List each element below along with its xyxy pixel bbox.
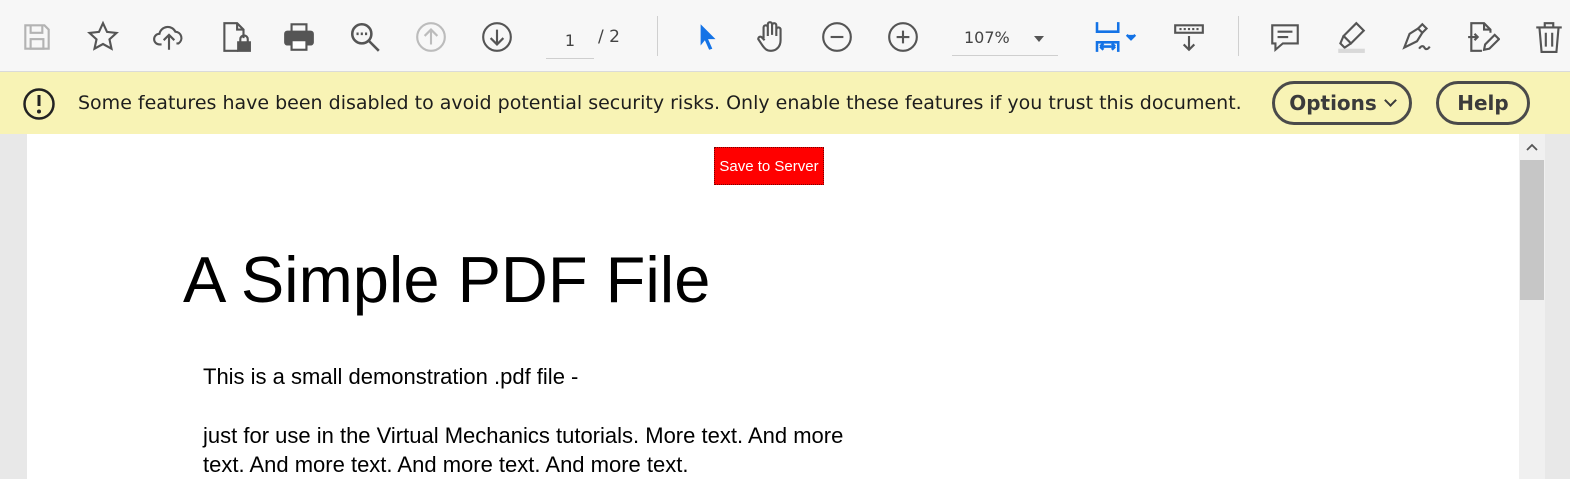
bookmark-star-icon[interactable] <box>84 18 122 56</box>
page-number-input[interactable] <box>546 22 594 59</box>
right-gutter <box>1545 134 1570 479</box>
fit-width-icon[interactable] <box>1086 18 1142 56</box>
save-icon[interactable] <box>18 18 56 56</box>
select-cursor-icon[interactable] <box>688 18 726 56</box>
sign-icon[interactable] <box>1398 18 1436 56</box>
upload-cloud-icon[interactable] <box>150 18 188 56</box>
save-to-server-button[interactable]: Save to Server <box>714 147 824 185</box>
print-icon[interactable] <box>280 18 318 56</box>
paragraph-2: just for use in the Virtual Mechanics tu… <box>203 421 843 479</box>
zoom-in-icon[interactable] <box>884 18 922 56</box>
zoom-dropdown[interactable]: 107% <box>952 22 1058 56</box>
paragraph-2-line-1: just for use in the Virtual Mechanics tu… <box>203 423 844 448</box>
paragraph-2-line-2: text. And more text. And more text. And … <box>203 452 689 477</box>
pdf-page: Save to Server A Simple PDF File This is… <box>27 134 1519 479</box>
vertical-scrollbar[interactable] <box>1519 134 1545 479</box>
zoom-value: 107% <box>964 28 1010 47</box>
document-title: A Simple PDF File <box>183 243 711 316</box>
security-warning-banner: Some features have been disabled to avoi… <box>0 72 1570 134</box>
protect-file-icon[interactable] <box>216 18 254 56</box>
options-button-label: Options <box>1289 91 1377 115</box>
hand-tool-icon[interactable] <box>752 18 790 56</box>
previous-page-icon[interactable] <box>412 18 450 56</box>
help-button-label: Help <box>1457 91 1509 115</box>
delete-icon[interactable] <box>1530 18 1568 56</box>
find-zoom-icon[interactable] <box>346 18 384 56</box>
banner-message: Some features have been disabled to avoi… <box>78 92 1242 114</box>
page-total: / 2 <box>598 27 620 47</box>
next-page-icon[interactable] <box>478 18 516 56</box>
scroll-up-icon[interactable] <box>1524 140 1540 154</box>
highlight-icon[interactable] <box>1332 18 1370 56</box>
comment-icon[interactable] <box>1266 18 1304 56</box>
fill-edit-icon[interactable] <box>1464 18 1502 56</box>
chevron-down-icon <box>1034 36 1044 42</box>
paragraph-1: This is a small demonstration .pdf file … <box>203 364 579 389</box>
help-button[interactable]: Help <box>1436 81 1530 125</box>
toolbar-separator <box>657 16 658 56</box>
chevron-down-icon <box>1383 93 1397 107</box>
toolbar-separator <box>1238 16 1239 56</box>
zoom-out-icon[interactable] <box>818 18 856 56</box>
options-button[interactable]: Options <box>1272 81 1412 125</box>
toolbar: / 2 107% <box>0 0 1570 72</box>
warning-icon <box>23 88 55 120</box>
scrolling-mode-icon[interactable] <box>1170 18 1208 56</box>
scrollbar-thumb[interactable] <box>1520 160 1544 300</box>
